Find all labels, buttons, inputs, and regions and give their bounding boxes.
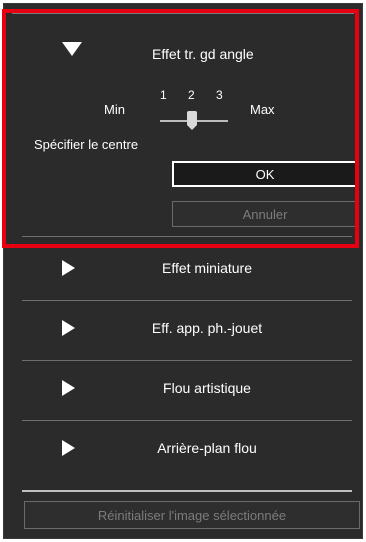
- section-header-miniature[interactable]: Effet miniature: [22, 246, 352, 290]
- section-header-blur-background[interactable]: Arrière-plan flou: [22, 426, 352, 470]
- section-header-soft-focus[interactable]: Flou artistique: [22, 366, 352, 410]
- reset-divider: [22, 490, 352, 492]
- section-header-toy-camera[interactable]: Eff. app. ph.-jouet: [22, 306, 352, 350]
- reset-image-button[interactable]: Réinitialiser l'image sélectionnée: [24, 501, 360, 529]
- section-divider: [22, 420, 352, 421]
- section-label: Flou artistique: [163, 380, 251, 396]
- section-label: Eff. app. ph.-jouet: [151, 320, 263, 336]
- section-label: Arrière-plan flou: [157, 440, 257, 456]
- section-label: Effet miniature: [161, 260, 252, 276]
- highlight-frame: [2, 9, 359, 248]
- section-divider: [22, 300, 352, 301]
- section-divider: [22, 360, 352, 361]
